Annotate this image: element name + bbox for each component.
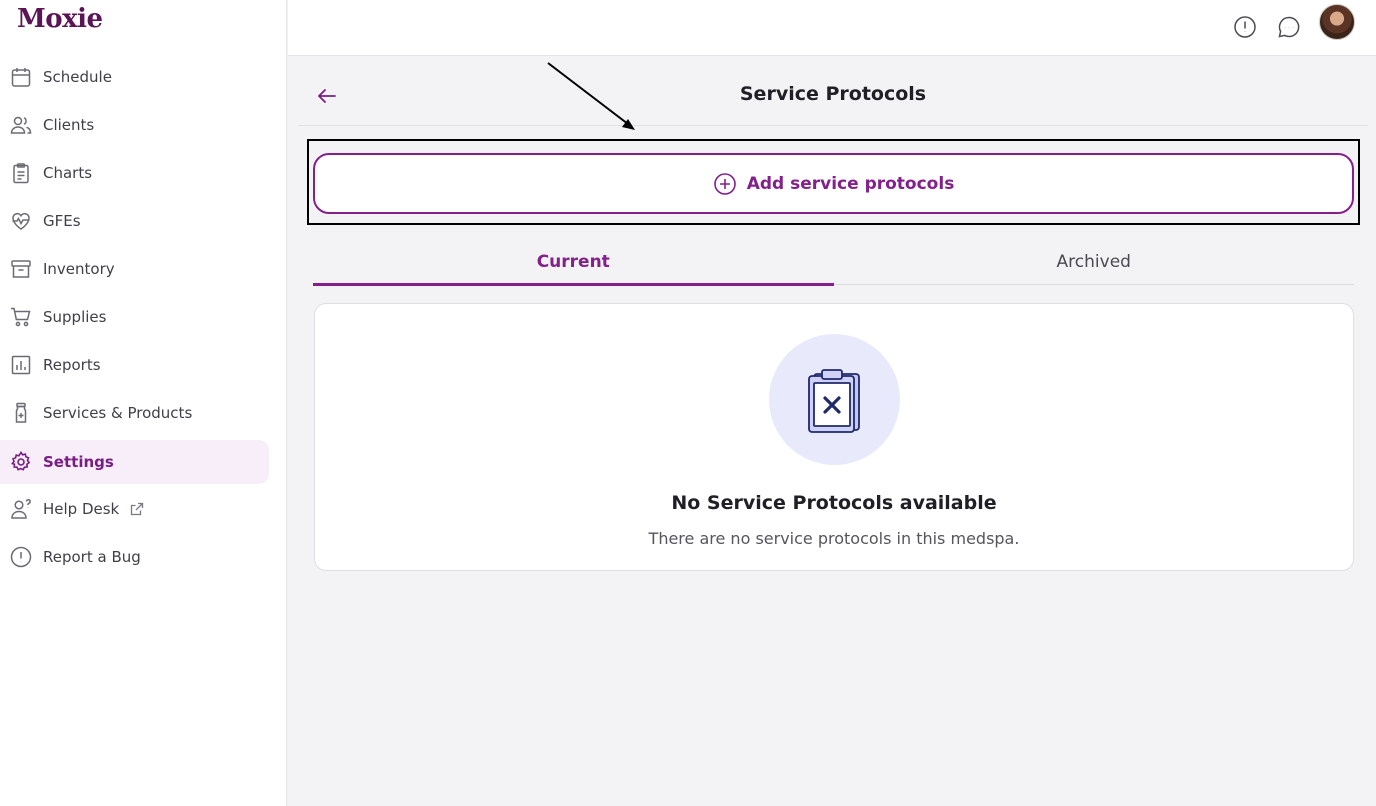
vial-plus-icon <box>9 401 33 425</box>
add-service-protocols-button[interactable]: Add service protocols <box>313 153 1354 214</box>
sidebar-item-inventory[interactable]: Inventory <box>0 247 269 291</box>
sidebar-item-charts[interactable]: Charts <box>0 151 269 195</box>
sidebar-item-help-desk[interactable]: Help Desk <box>0 487 269 531</box>
sidebar-item-label: Schedule <box>43 68 112 86</box>
sidebar-item-settings[interactable]: Settings <box>0 440 269 484</box>
clipboard-x-icon <box>769 334 900 465</box>
calendar-icon <box>9 65 33 89</box>
sidebar-item-label: Services & Products <box>43 404 193 422</box>
sidebar: Moxie Schedule Clients Charts GFEs Inven… <box>0 0 287 806</box>
plus-circle-icon <box>713 172 737 196</box>
tab-archived[interactable]: Archived <box>834 238 1355 285</box>
moxie-logo[interactable]: Moxie <box>17 4 103 34</box>
page-title: Service Protocols <box>739 83 927 105</box>
sidebar-item-label: Inventory <box>43 260 115 278</box>
bar-chart-icon <box>9 353 33 377</box>
add-service-protocols-label: Add service protocols <box>746 173 955 194</box>
page-header: Service Protocols <box>298 63 1368 126</box>
sidebar-item-report-bug[interactable]: Report a Bug <box>0 535 269 579</box>
empty-state-card: No Service Protocols available There are… <box>314 303 1354 571</box>
sidebar-item-label: GFEs <box>43 212 81 230</box>
sidebar-item-label: Charts <box>43 164 93 182</box>
archive-box-icon <box>9 257 33 281</box>
avatar[interactable] <box>1319 4 1355 40</box>
sidebar-item-reports[interactable]: Reports <box>0 343 269 387</box>
sidebar-item-label: Reports <box>43 356 101 374</box>
gear-icon <box>9 450 33 474</box>
sidebar-item-clients[interactable]: Clients <box>0 103 269 147</box>
top-bar <box>288 0 1376 56</box>
cart-icon <box>9 305 33 329</box>
empty-state-title: No Service Protocols available <box>671 492 997 514</box>
sidebar-item-services-products[interactable]: Services & Products <box>0 391 269 435</box>
sidebar-item-label: Report a Bug <box>43 548 141 566</box>
sidebar-item-gfes[interactable]: GFEs <box>0 199 269 243</box>
sidebar-item-label: Supplies <box>43 308 107 326</box>
empty-state-text: There are no service protocols in this m… <box>648 529 1020 548</box>
tab-current[interactable]: Current <box>313 238 834 286</box>
external-link-icon <box>129 501 145 517</box>
heart-pulse-icon <box>9 209 33 233</box>
alert-circle-icon[interactable] <box>1232 14 1258 40</box>
sidebar-item-schedule[interactable]: Schedule <box>0 55 269 99</box>
sidebar-item-label: Clients <box>43 116 95 134</box>
sidebar-item-supplies[interactable]: Supplies <box>0 295 269 339</box>
protocol-tabs: Current Archived <box>313 238 1355 286</box>
user-question-icon <box>9 497 33 521</box>
chat-bubble-icon[interactable] <box>1276 14 1302 40</box>
alert-circle-icon <box>9 545 33 569</box>
sidebar-item-label: Help Desk <box>43 500 120 518</box>
sidebar-item-label: Settings <box>43 453 114 471</box>
clipboard-icon <box>9 161 33 185</box>
users-icon <box>9 113 33 137</box>
